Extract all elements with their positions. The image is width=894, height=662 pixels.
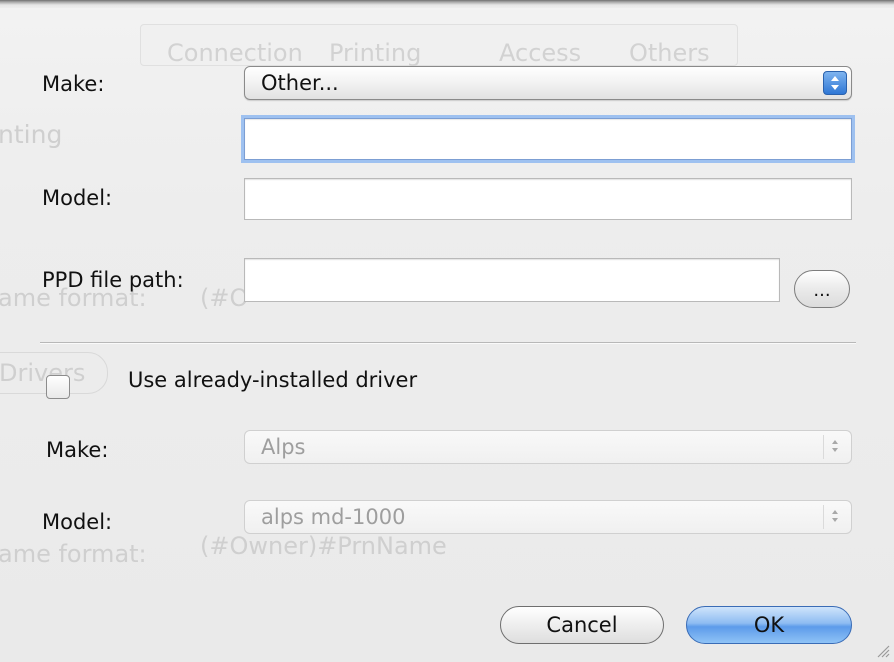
installed-make-label: Make:: [46, 438, 109, 462]
popup-arrows-icon: [823, 71, 847, 95]
background-section-title: nting: [0, 120, 63, 149]
popup-arrows-icon: [823, 435, 847, 459]
background-tab-access: Access: [499, 39, 582, 67]
installed-make-popup[interactable]: Alps: [244, 430, 852, 464]
background-tab-connection: Connection: [167, 39, 303, 67]
background-name-format-label-2: ame format:: [0, 540, 147, 568]
ppd-file-path-label: PPD file path:: [42, 268, 184, 292]
make-popup[interactable]: Other...: [244, 66, 852, 100]
window-top-edge: [0, 0, 894, 8]
background-tab-printing: Printing: [329, 39, 422, 67]
installed-make-value: Alps: [261, 435, 306, 459]
model-field[interactable]: [244, 178, 852, 220]
background-name-format-value: (#O: [200, 284, 249, 312]
browse-button[interactable]: ...: [794, 270, 850, 308]
make-label: Make:: [42, 72, 105, 96]
installed-model-value: alps md-1000: [261, 505, 406, 529]
popup-arrows-icon: [823, 505, 847, 529]
ok-button[interactable]: OK: [686, 606, 852, 644]
installed-model-popup[interactable]: alps md-1000: [244, 500, 852, 534]
background-drivers-label: Drivers: [0, 359, 86, 387]
use-installed-driver-checkbox[interactable]: [46, 375, 70, 399]
model-label: Model:: [42, 186, 113, 210]
resize-grip-icon[interactable]: [874, 642, 890, 658]
cancel-button[interactable]: Cancel: [500, 606, 664, 644]
custom-make-field[interactable]: [244, 118, 852, 160]
separator: [40, 342, 856, 343]
background-tab-others: Others: [629, 39, 710, 67]
make-popup-value: Other...: [261, 71, 339, 95]
use-installed-driver-label: Use already-installed driver: [128, 368, 418, 392]
background-name-format-value-2: (#Owner)#PrnName: [200, 532, 447, 560]
background-tab-bar: Connection Printing Access Others: [140, 24, 738, 67]
ppd-file-path-field[interactable]: [244, 258, 780, 302]
driver-sheet: Connection Printing Access Others nting …: [0, 8, 894, 662]
installed-model-label: Model:: [42, 510, 113, 534]
